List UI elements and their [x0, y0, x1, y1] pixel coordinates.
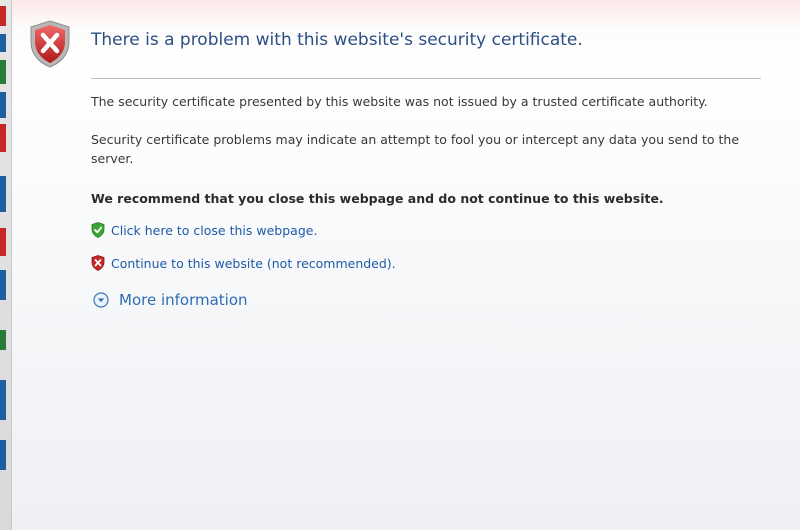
edge-marker — [0, 34, 6, 52]
close-webpage-link[interactable]: Click here to close this webpage. — [91, 221, 317, 239]
certificate-error-page: There is a problem with this website's s… — [12, 0, 800, 530]
edge-marker — [0, 380, 6, 420]
recommendation-text: We recommend that you close this webpage… — [91, 191, 664, 206]
expand-down-icon — [93, 292, 109, 308]
more-information-label: More information — [119, 291, 248, 309]
edge-marker — [0, 176, 6, 212]
continue-to-website-link[interactable]: Continue to this website (not recommende… — [91, 254, 396, 272]
edge-marker — [0, 92, 6, 118]
edge-marker — [0, 60, 6, 84]
security-warning-text: Security certificate problems may indica… — [91, 132, 740, 166]
window-left-edge — [0, 0, 12, 530]
continue-to-website-label: Continue to this website (not recommende… — [111, 255, 396, 271]
divider — [91, 78, 761, 79]
more-information-toggle[interactable]: More information — [93, 290, 248, 310]
red-shield-x-icon — [91, 255, 105, 271]
green-shield-check-icon — [91, 222, 105, 238]
edge-marker — [0, 330, 6, 350]
edge-marker — [0, 228, 6, 256]
edge-marker — [0, 124, 6, 152]
page-title: There is a problem with this website's s… — [91, 30, 583, 50]
error-shield-icon — [30, 20, 70, 68]
edge-marker — [0, 6, 6, 26]
untrusted-authority-text: The security certificate presented by th… — [91, 94, 708, 109]
edge-marker — [0, 440, 6, 470]
close-webpage-label: Click here to close this webpage. — [111, 222, 318, 238]
edge-marker — [0, 270, 6, 300]
